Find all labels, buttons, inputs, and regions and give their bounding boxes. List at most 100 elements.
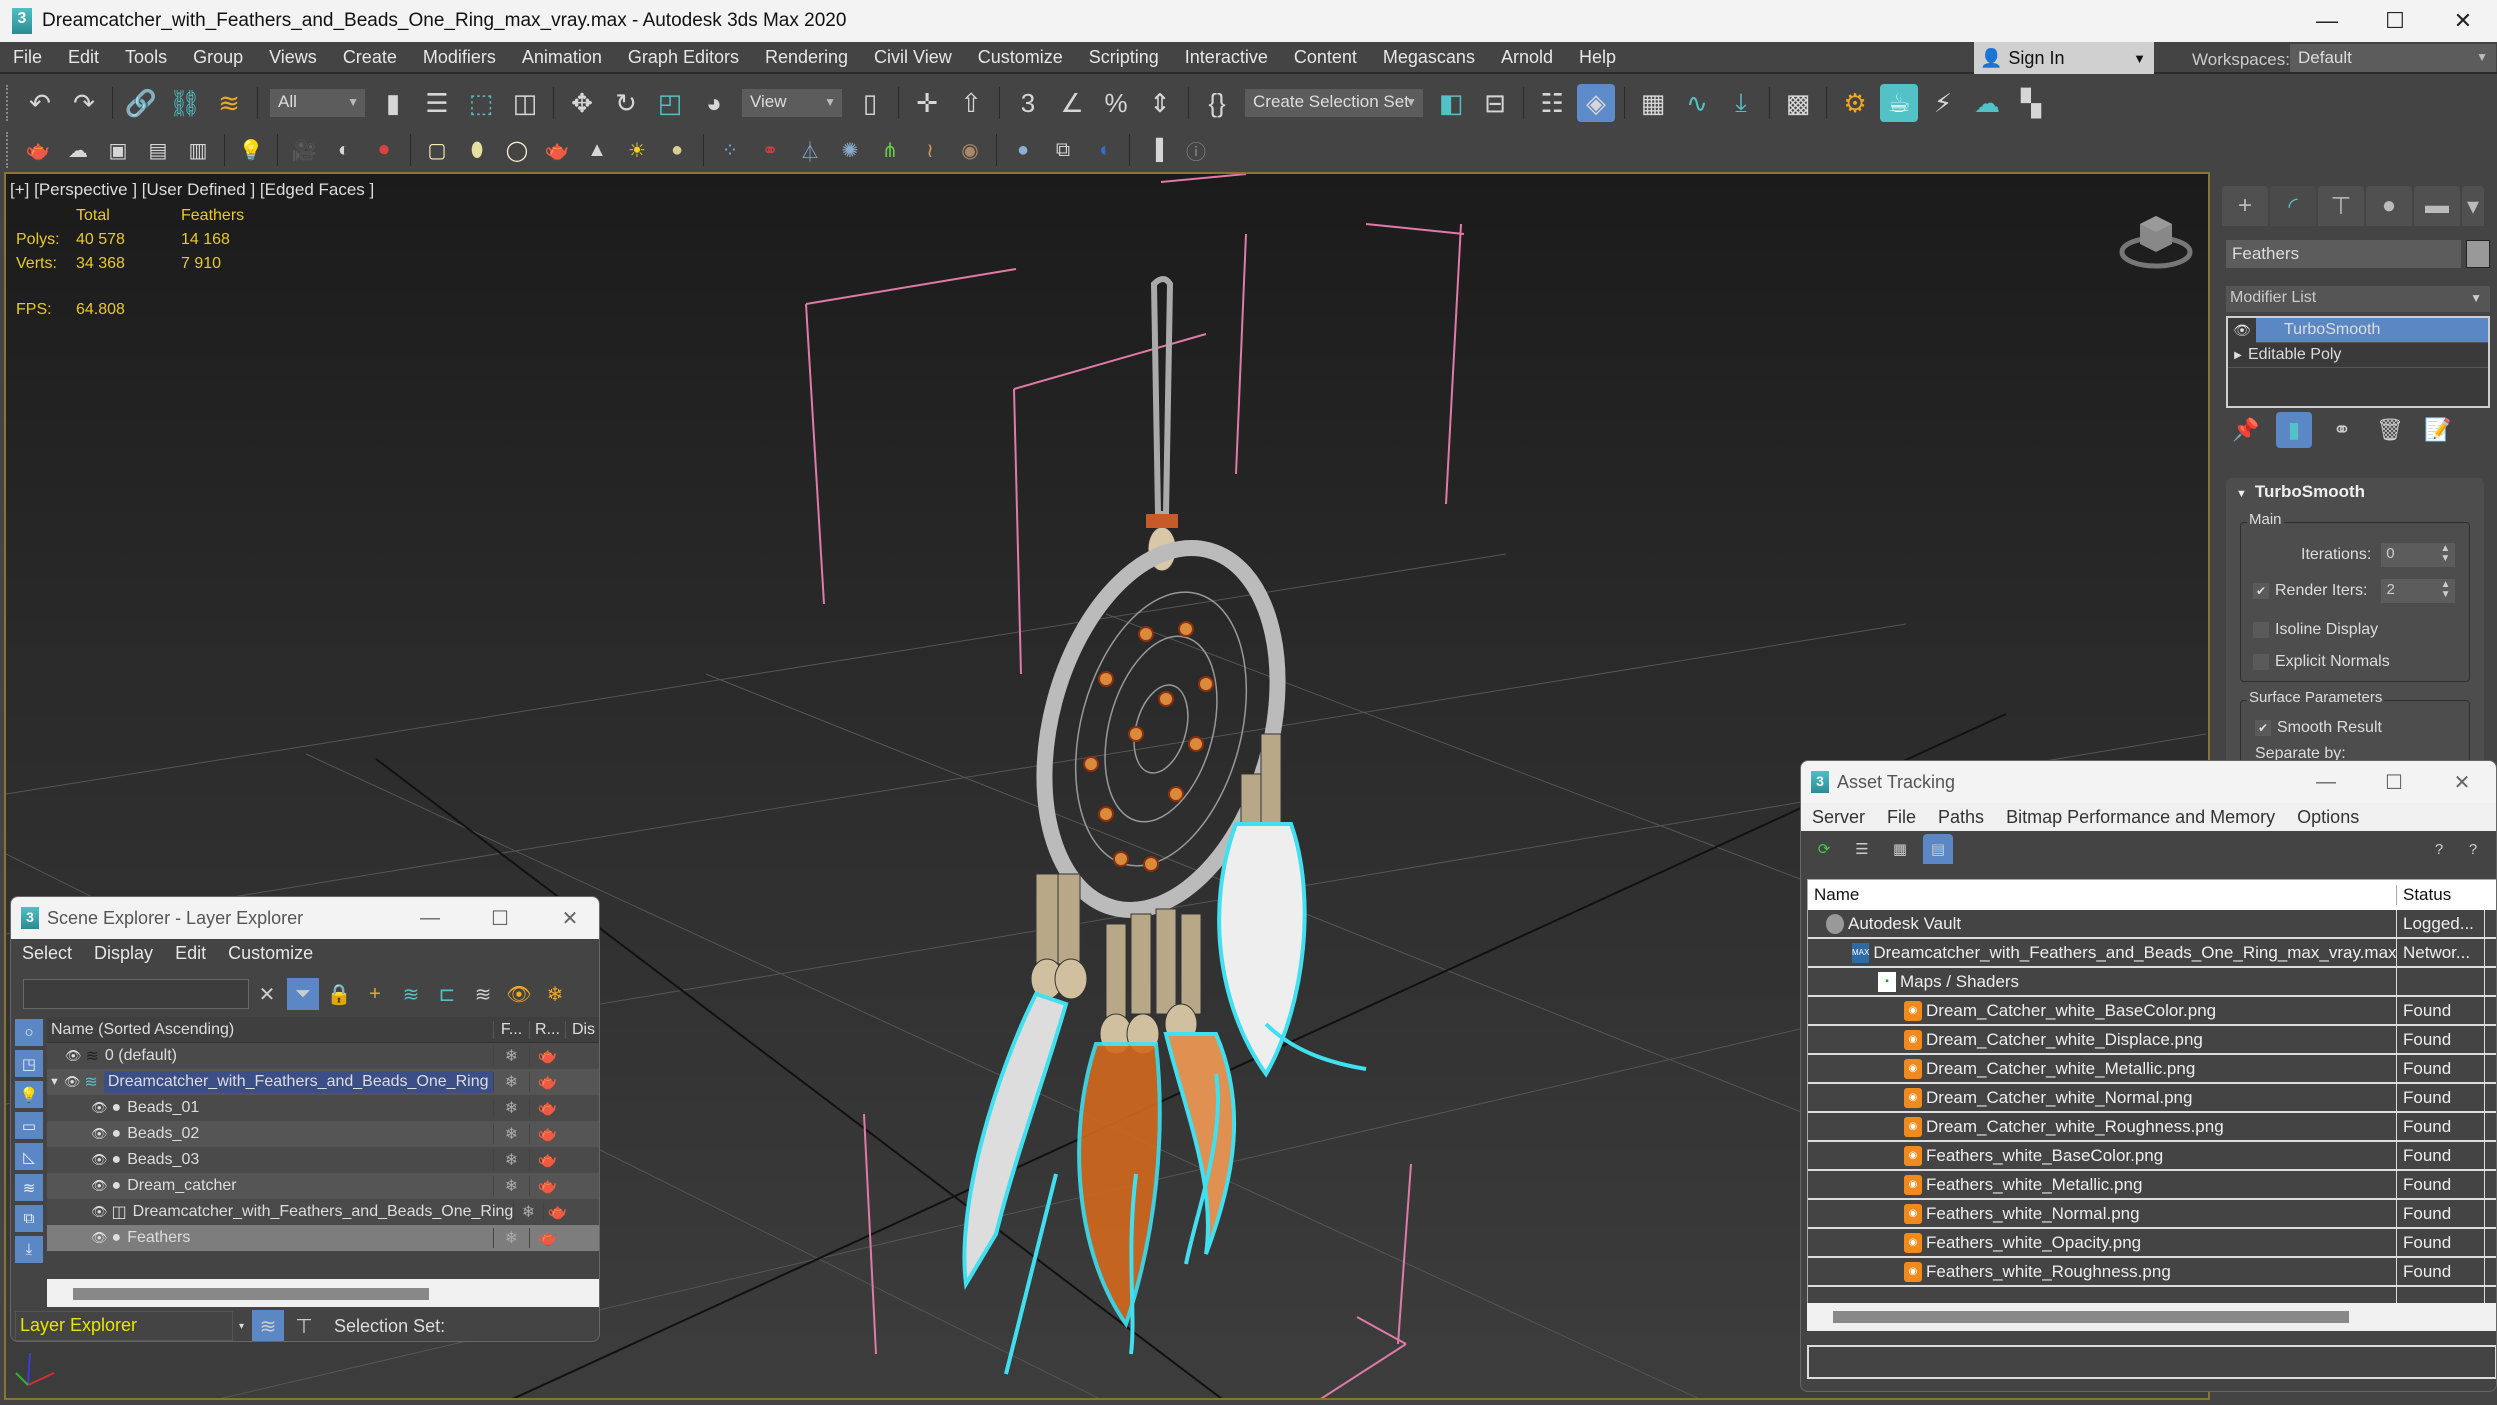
spinner-arrows-icon[interactable]: ▲ ▼ xyxy=(2440,544,2450,564)
freeze-icon[interactable]: ❄ xyxy=(493,1072,529,1092)
menu-item[interactable]: Content xyxy=(1281,47,1370,68)
render-iters-checkbox[interactable]: ✔ xyxy=(2253,583,2269,599)
spinner-arrows-icon[interactable]: ▲ ▼ xyxy=(2441,580,2451,600)
more-tabs-icon[interactable]: ▾ xyxy=(2462,186,2484,226)
freeze-icon[interactable]: ❄ xyxy=(493,1176,529,1196)
minimize-button[interactable]: — xyxy=(2293,0,2361,42)
layer-explorer-toggle-icon[interactable]: ◈ xyxy=(1577,84,1615,122)
spacewarps-filter-icon[interactable]: ≋ xyxy=(15,1174,43,1201)
renderable-teapot-icon[interactable]: 🫖 xyxy=(529,1228,565,1248)
layers-icon[interactable]: ≋ xyxy=(467,978,499,1010)
scene-explorer-toggle-icon[interactable]: ☷ xyxy=(1533,84,1571,122)
freeze-icon[interactable]: ❄ xyxy=(493,1046,529,1066)
image-gallery-icon[interactable]: ▚ xyxy=(2012,84,2050,122)
table-row[interactable]: Autodesk Vault Logged... xyxy=(1808,910,2496,939)
modifier-list-dropdown[interactable]: Modifier List ▼ xyxy=(2226,286,2490,312)
material-editor-icon[interactable]: ▩ xyxy=(1779,84,1817,122)
material-converter-icon[interactable]: ⧉ xyxy=(1046,135,1080,165)
plane-light-icon[interactable]: ▢ xyxy=(420,135,454,165)
table-row[interactable]: ◉ Feathers_white_Normal.png Found xyxy=(1808,1200,2496,1229)
minimize-button[interactable]: — xyxy=(395,897,465,939)
teapot-icon[interactable]: 🫖 xyxy=(21,135,55,165)
sphere-light-icon[interactable]: ◯ xyxy=(500,135,534,165)
stack-item-turbosmooth[interactable]: 👁 TurboSmooth xyxy=(2228,317,2488,343)
context-help-icon[interactable]: ? xyxy=(2458,834,2488,864)
table-row[interactable]: ◉ Feathers_white_BaseColor.png Found xyxy=(1808,1142,2496,1171)
mesh-clipper-icon[interactable]: ✺ xyxy=(833,135,867,165)
asset-tracking-titlebar[interactable]: 3 Asset Tracking — ☐ ✕ xyxy=(1801,761,2496,803)
scrollbar-thumb[interactable] xyxy=(1833,1311,2349,1323)
add-to-layer-icon[interactable]: ≋ xyxy=(395,978,427,1010)
molecule-icon[interactable]: ⚭ xyxy=(753,135,787,165)
shapes-filter-icon[interactable]: ◳ xyxy=(15,1050,43,1077)
isoline-checkbox[interactable] xyxy=(2253,622,2269,638)
eye-icon[interactable]: 👁 xyxy=(2228,317,2256,343)
search-input[interactable] xyxy=(23,979,249,1009)
close-button[interactable]: ✕ xyxy=(2429,0,2497,42)
toolbar-grip[interactable] xyxy=(6,85,10,121)
dome-camera-icon[interactable]: ◐ xyxy=(327,135,361,165)
hierarchy-tab-icon[interactable]: ⊤ xyxy=(2318,186,2364,226)
scrollbar-thumb[interactable] xyxy=(73,1288,429,1300)
viewport-label-menu[interactable]: [+] [Perspective ] [User Defined ] [Edge… xyxy=(10,180,374,200)
maximize-button[interactable]: ☐ xyxy=(465,897,535,939)
angle-snap-icon[interactable]: ∠ xyxy=(1053,84,1091,122)
menu-item[interactable]: Rendering xyxy=(752,47,861,68)
chevron-down-icon[interactable]: ▾ xyxy=(239,1321,244,1332)
curve-editor-icon[interactable]: ∿ xyxy=(1678,84,1716,122)
menu-item[interactable]: Megascans xyxy=(1370,47,1488,68)
renderable-teapot-icon[interactable]: 🫖 xyxy=(529,1124,565,1144)
menu-item[interactable]: Group xyxy=(180,47,256,68)
table-row[interactable]: ◉ Dream_Catcher_white_Metallic.png Found xyxy=(1808,1055,2496,1084)
move-icon[interactable]: ✥ xyxy=(563,84,601,122)
object-color-swatch[interactable] xyxy=(2466,240,2490,268)
undo-icon[interactable]: ↶ xyxy=(21,84,59,122)
table-row[interactable]: 👁 ● Dream_catcher ❄ 🫖 xyxy=(47,1173,599,1199)
freeze-icon[interactable]: ❄ xyxy=(493,1150,529,1170)
rollout-header[interactable]: ▼ TurboSmooth xyxy=(2226,478,2484,506)
geometry-filter-icon[interactable]: ○ xyxy=(15,1019,43,1046)
eye-icon[interactable]: 👁 xyxy=(64,1074,81,1090)
cloud-icon[interactable]: ☁ xyxy=(61,135,95,165)
menu-item[interactable]: Edit xyxy=(164,943,217,964)
menu-item[interactable]: Display xyxy=(83,943,164,964)
configure-modifier-sets-icon[interactable]: 📝 xyxy=(2420,412,2456,448)
refresh-icon[interactable]: ⟳ xyxy=(1809,834,1839,864)
menu-item[interactable]: Edit xyxy=(55,47,112,68)
table-row[interactable]: ◉ Feathers_white_Opacity.png Found xyxy=(1808,1229,2496,1258)
modify-tab-icon[interactable]: ◜ xyxy=(2270,186,2316,226)
scene-explorer-titlebar[interactable]: 3 Scene Explorer - Layer Explorer — ☐ ✕ xyxy=(11,897,599,939)
table-row[interactable]: 👁 ● Beads_02 ❄ 🫖 xyxy=(47,1121,599,1147)
cameras-filter-icon[interactable]: ▭ xyxy=(15,1112,43,1139)
menu-item[interactable]: Help xyxy=(1566,47,1629,68)
menu-item[interactable]: Customize xyxy=(217,943,324,964)
motion-tab-icon[interactable]: ● xyxy=(2366,186,2412,226)
column-status[interactable]: Status xyxy=(2396,885,2484,905)
expand-arrow-icon[interactable]: ▶ xyxy=(2228,350,2248,361)
table-row[interactable]: ▼ 👁 ≋ Dreamcatcher_with_Feathers_and_Beads_… xyxy=(47,1069,599,1095)
table-row[interactable]: 👁 ◫ Dreamcatcher_with_Feathers_and_Beads_O… xyxy=(47,1199,599,1225)
hide-layer-icon[interactable]: 👁 xyxy=(503,978,535,1010)
table-view-icon[interactable]: ▤ xyxy=(1923,834,1953,864)
explicit-normals-checkbox[interactable] xyxy=(2253,654,2269,670)
table-row[interactable]: ◉ Dream_Catcher_white_Displace.png Found xyxy=(1808,1026,2496,1055)
freeze-icon[interactable]: ❄ xyxy=(513,1202,542,1222)
hair-farm-icon[interactable]: ≀ xyxy=(913,135,947,165)
menu-item[interactable]: Create xyxy=(330,47,410,68)
column-name[interactable]: Name xyxy=(1808,885,2396,905)
xrefs-filter-icon[interactable]: ⤓ xyxy=(15,1236,43,1263)
camera-icon[interactable]: 🎥 xyxy=(287,135,321,165)
maximize-button[interactable]: ☐ xyxy=(2361,0,2429,42)
snaps-toggle-icon[interactable]: 3 xyxy=(1009,84,1047,122)
show-end-result-icon[interactable]: ▮ xyxy=(2276,412,2312,448)
table-row[interactable]: 👁 ≋ 0 (default) ❄ 🫖 xyxy=(47,1043,599,1069)
grass-icon[interactable]: ⋔ xyxy=(873,135,907,165)
reference-coordinate-dropdown[interactable]: View ▼ xyxy=(742,89,842,117)
mesh-light-icon[interactable]: 🫖 xyxy=(540,135,574,165)
select-object-icon[interactable]: ▮ xyxy=(374,84,412,122)
freeze-icon[interactable]: ❄ xyxy=(493,1228,529,1248)
close-button[interactable]: ✕ xyxy=(2427,761,2496,803)
eye-icon[interactable]: 👁 xyxy=(91,1204,108,1220)
sign-in-dropdown[interactable]: 👤 Sign In ▼ xyxy=(1974,42,2154,74)
menu-item[interactable]: Scripting xyxy=(1076,47,1172,68)
